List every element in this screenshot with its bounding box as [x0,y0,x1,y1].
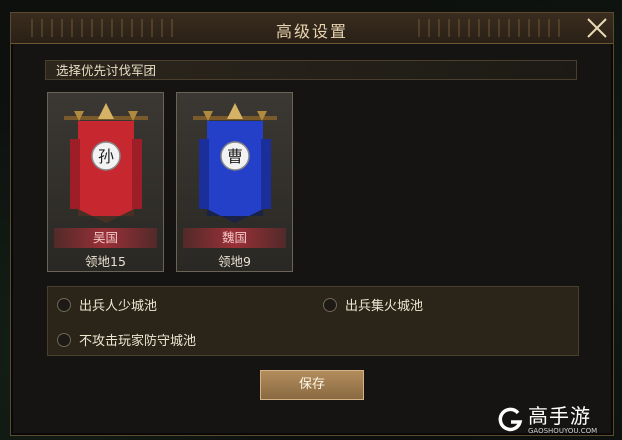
close-icon [587,18,607,38]
advanced-settings-dialog: 高级设置 选择优先讨伐军团 孙 吴国 领地15 曹 魏国 领地9 出兵人少城池 … [10,12,614,436]
territory-count: 领地9 [218,254,251,269]
army-card-wu[interactable]: 孙 吴国 领地15 [47,92,164,272]
dialog-title: 高级设置 [275,22,348,41]
option-label: 出兵人少城池 [79,299,158,314]
nation-label: 魏国 [183,228,286,248]
banner-wu-icon: 孙 [64,103,148,223]
title-bar: 高级设置 [11,13,613,44]
watermark: 高手游 GAOSHOUYOU.COM [496,399,622,440]
watermark-text: 高手游 GAOSHOUYOU.COM [528,405,597,435]
close-button[interactable] [581,13,613,43]
territory-count: 领地15 [85,254,126,269]
options-panel: 出兵人少城池 出兵集火城池 不攻击玩家防守城池 [47,286,579,356]
section-label: 选择优先讨伐军团 [45,60,577,80]
radio-button[interactable] [323,297,337,312]
watermark-url: GAOSHOUYOU.COM [528,426,598,435]
nation-label: 吴国 [54,228,157,248]
g-logo-icon [498,407,523,431]
army-card-wei[interactable]: 曹 魏国 领地9 [176,92,293,272]
save-button[interactable]: 保存 [260,370,364,400]
banner-wei-icon: 曹 [193,103,277,223]
radio-button[interactable] [57,332,71,347]
radio-button[interactable] [57,297,71,312]
option-few-troops-city[interactable]: 出兵人少城池 [57,295,157,314]
banner-emblem: 曹 [227,147,243,166]
option-no-attack-player-defense[interactable]: 不攻击玩家防守城池 [57,330,196,349]
watermark-title: 高手游 [528,403,591,428]
banner-emblem: 孙 [98,147,114,166]
option-label: 不攻击玩家防守城池 [79,334,197,349]
option-focus-fire-city[interactable]: 出兵集火城池 [323,295,423,314]
option-label: 出兵集火城池 [345,299,424,314]
